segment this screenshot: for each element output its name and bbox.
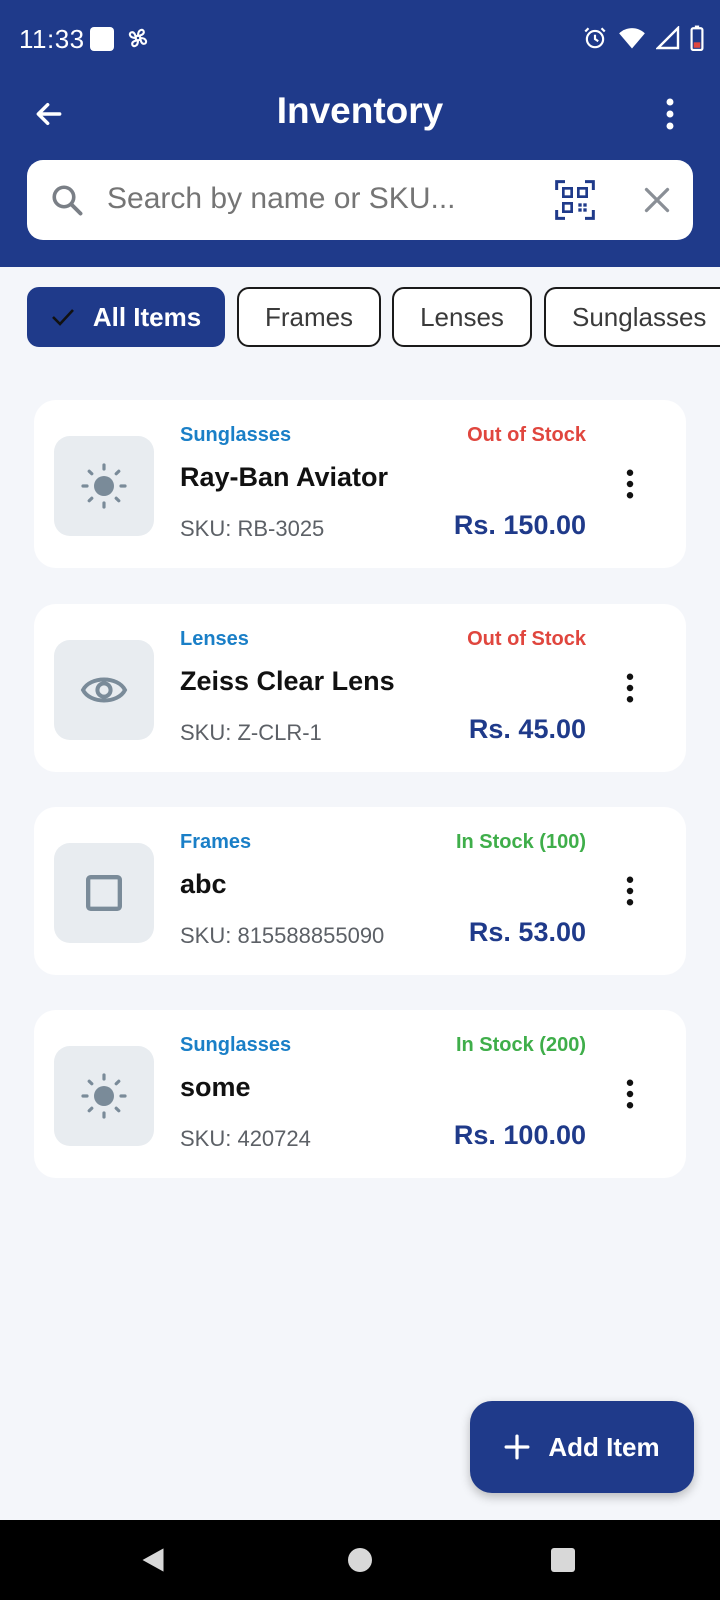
- nav-recents-icon[interactable]: [551, 1548, 575, 1572]
- search-bar: [27, 160, 693, 240]
- eye-icon: [80, 677, 128, 703]
- item-category: Lenses: [180, 628, 249, 650]
- filter-chip-label: Lenses: [420, 301, 504, 332]
- inventory-item-card[interactable]: Frames In Stock (100) abc SKU: 815588855…: [34, 807, 686, 975]
- item-category: Frames: [180, 831, 252, 853]
- add-item-button[interactable]: Add Item: [470, 1401, 694, 1493]
- more-vert-icon: [626, 673, 634, 703]
- item-price: Rs. 150.00: [453, 510, 586, 540]
- search-icon: [52, 185, 83, 216]
- more-vert-icon: [666, 98, 674, 130]
- filter-chip-lenses[interactable]: Lenses: [392, 287, 532, 347]
- plus-icon: [504, 1434, 530, 1460]
- item-name: Ray-Ban Aviator: [180, 462, 389, 492]
- filter-chip-label: All Items: [92, 301, 202, 332]
- add-item-label: Add Item: [548, 1431, 660, 1462]
- item-thumbnail: [54, 640, 154, 740]
- status-bar: 11:33: [0, 0, 720, 80]
- system-nav-bar: [0, 1520, 720, 1600]
- inventory-item-card[interactable]: Sunglasses Out of Stock Ray-Ban Aviator …: [34, 400, 686, 568]
- item-category: Sunglasses: [180, 424, 292, 446]
- inventory-item-card[interactable]: Sunglasses In Stock (200) some SKU: 4207…: [34, 1010, 686, 1178]
- item-menu-button[interactable]: [618, 1076, 642, 1112]
- app-header: 11:33 Inventory Search by name or SKU...: [0, 0, 720, 267]
- item-price: Rs. 100.00: [453, 1120, 586, 1150]
- more-options-button[interactable]: [648, 92, 692, 136]
- item-name: some: [180, 1072, 251, 1102]
- signal-icon: [656, 26, 680, 50]
- search-input[interactable]: [107, 182, 487, 216]
- item-thumbnail: [54, 1046, 154, 1146]
- filter-chip-label: Frames: [264, 301, 354, 332]
- app-bar: Inventory: [0, 80, 720, 150]
- stock-status: Out of Stock: [467, 424, 586, 446]
- more-vert-icon: [626, 469, 634, 499]
- filter-chip-all-items[interactable]: All Items: [27, 287, 225, 347]
- stock-status: Out of Stock: [467, 628, 586, 650]
- filter-chip-frames[interactable]: Frames: [237, 287, 381, 347]
- item-menu-button[interactable]: [618, 670, 642, 706]
- alarm-icon: [584, 27, 606, 49]
- square-frame-icon: [86, 875, 122, 911]
- notification-square-icon: [90, 27, 114, 51]
- fan-icon: [128, 28, 148, 48]
- item-menu-button[interactable]: [618, 466, 642, 502]
- page-title: Inventory: [276, 90, 444, 131]
- item-thumbnail: [54, 436, 154, 536]
- wifi-icon: [619, 28, 645, 49]
- check-icon: [51, 309, 74, 326]
- qr-scanner-icon[interactable]: [555, 180, 595, 220]
- item-category: Sunglasses: [180, 1034, 292, 1056]
- more-vert-icon: [626, 1079, 634, 1109]
- filter-chip-sunglasses[interactable]: Sunglasses: [544, 287, 720, 347]
- item-sku: SKU: 815588855090: [180, 923, 385, 948]
- battery-icon: [690, 25, 704, 51]
- item-sku: SKU: 420724: [180, 1126, 311, 1151]
- item-name: Zeiss Clear Lens: [180, 666, 395, 696]
- item-name: abc: [180, 869, 227, 899]
- stock-status: In Stock (200): [455, 1034, 586, 1056]
- item-thumbnail: [54, 843, 154, 943]
- nav-back-icon[interactable]: [140, 1546, 166, 1574]
- item-sku: SKU: Z-CLR-1: [180, 720, 322, 745]
- sun-icon: [81, 1073, 127, 1119]
- sun-icon: [81, 463, 127, 509]
- stock-status: In Stock (100): [455, 831, 586, 853]
- inventory-item-card[interactable]: Lenses Out of Stock Zeiss Clear Lens SKU…: [34, 604, 686, 772]
- item-menu-button[interactable]: [618, 873, 642, 909]
- item-price: Rs. 53.00: [468, 917, 586, 947]
- status-icons: [582, 25, 704, 51]
- item-sku: SKU: RB-3025: [180, 516, 325, 541]
- clear-search-icon[interactable]: [639, 182, 675, 218]
- nav-home-icon[interactable]: [348, 1548, 372, 1572]
- item-price: Rs. 45.00: [468, 714, 586, 744]
- filter-chips: All Items Frames Lenses Sunglasses: [27, 287, 720, 347]
- filter-chip-label: Sunglasses: [572, 301, 707, 332]
- status-time: 11:33: [19, 24, 85, 54]
- more-vert-icon: [626, 876, 634, 906]
